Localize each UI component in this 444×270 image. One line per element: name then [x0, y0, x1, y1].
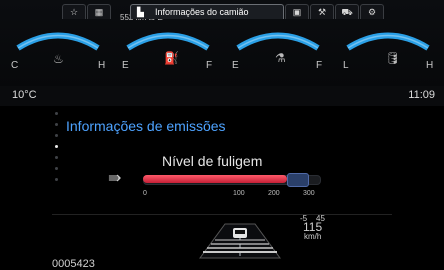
adblue-icon: ⚗ [275, 51, 286, 65]
gauge-left-label: C [11, 60, 19, 71]
page-dot [55, 178, 58, 181]
gauge-adblue: E F ⚗ [228, 18, 328, 88]
tab-car[interactable]: ⛟ [335, 4, 359, 19]
outside-temperature: 10°C [12, 89, 37, 101]
gauge-fuel: E F ⛽ [118, 18, 218, 88]
scale-tick: 300 [303, 190, 315, 197]
soot-bar-fill [143, 175, 287, 183]
gauge-right-label: H [426, 60, 434, 71]
soot-level-bar [143, 173, 321, 187]
gauge-left-label: E [122, 60, 129, 71]
star-icon: ☆ [69, 7, 79, 17]
adas-speed: 115 [303, 220, 323, 234]
tab-tools[interactable]: ⚒ [310, 4, 334, 19]
gauge-engine-temp: C H ♨ [8, 18, 108, 88]
lane-assist-graphic [199, 223, 281, 259]
gauge-left-label: E [232, 60, 239, 71]
gauge-right-label: H [98, 60, 106, 71]
gauge-right-label: F [316, 60, 323, 71]
vehicle-icon: ▣ [292, 7, 302, 17]
section-divider [52, 214, 392, 215]
gauge-left-label: L [343, 60, 349, 71]
gear-icon: ⚙ [367, 7, 377, 17]
page-dot-active [55, 145, 58, 148]
truck-icon: ▙ [137, 7, 144, 17]
odometer: 0005423 [52, 258, 95, 270]
oil-icon: 🛢 [385, 51, 401, 65]
scale-tick: 0 [143, 190, 147, 197]
tab-vehicle[interactable]: ▣ [285, 4, 309, 19]
trip-icon: ▦ [94, 7, 104, 17]
dpf-icon: ⇛ [108, 170, 122, 187]
soot-bar-limit-marker [287, 173, 309, 187]
page-dot [55, 156, 58, 159]
page-title: Informações de emissões [66, 118, 226, 134]
fuel-icon: ⛽ [164, 51, 179, 65]
soot-scale: 0 100 200 300 [143, 190, 333, 202]
tab-trip[interactable]: ▦ [87, 4, 111, 19]
scale-tick: 100 [233, 190, 245, 197]
tab-settings[interactable]: ⚙ [360, 4, 384, 19]
instrument-cluster: 552 km to E C H ♨ E F ⛽ E F ⚗ L [0, 0, 444, 270]
page-dot [55, 112, 58, 115]
gauge-right-label: F [206, 60, 213, 71]
wrench-icon: ⚒ [317, 7, 327, 17]
clock: 11:09 [408, 89, 435, 101]
gauge-oil: L H 🛢 [338, 18, 438, 88]
engine-temp-icon: ♨ [53, 52, 64, 66]
soot-level-label: Nível de fuligem [162, 153, 263, 169]
page-dot [55, 134, 58, 137]
page-indicator [54, 112, 60, 196]
car-icon: ⛟ [341, 7, 353, 17]
page-dot [55, 167, 58, 170]
tab-truck-info[interactable]: ▙ Informações do camião [130, 4, 284, 19]
menu-tab-bar [0, 86, 444, 106]
adas-speed-info: -5 45 115 km/h [300, 214, 325, 241]
tab-label: Informações do camião [155, 7, 249, 17]
tab-favorites[interactable]: ☆ [62, 4, 86, 19]
scale-tick: 200 [268, 190, 280, 197]
page-dot [55, 123, 58, 126]
